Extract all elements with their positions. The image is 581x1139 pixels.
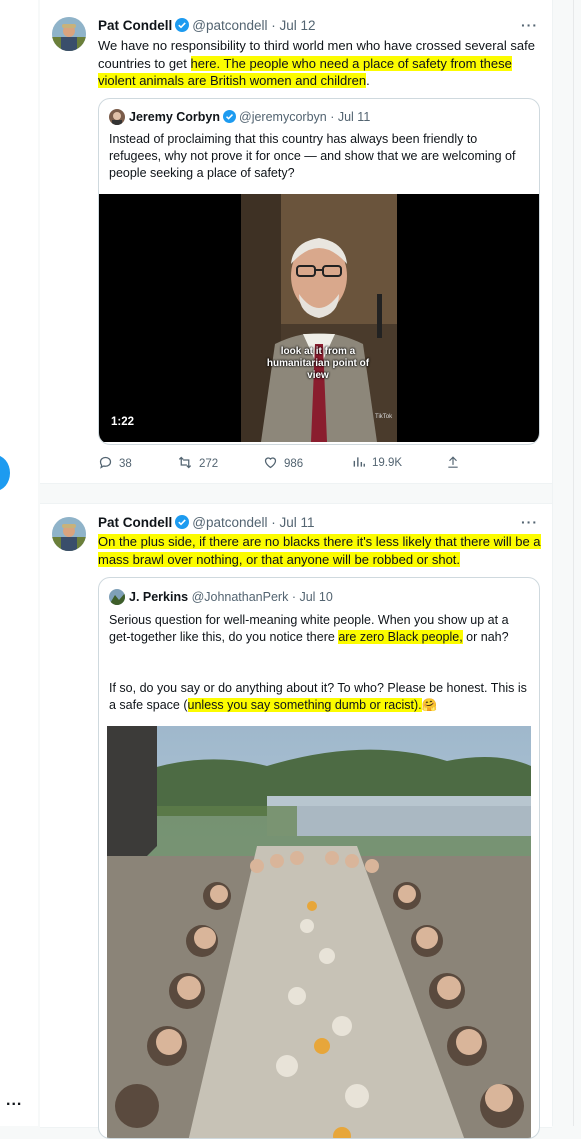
tweet-date[interactable]: · Jul 11: [271, 515, 314, 530]
quoted-tweet[interactable]: J. Perkins @JohnathanPerk · Jul 10 Serio…: [98, 577, 540, 1139]
retweet-button[interactable]: 272: [177, 455, 218, 470]
left-nav-edge: [0, 0, 38, 1126]
like-button[interactable]: 986: [263, 455, 303, 470]
share-button[interactable]: [446, 455, 466, 470]
quote-avatar: [109, 109, 125, 125]
author-handle[interactable]: @patcondell: [192, 515, 267, 530]
hugging-emoji-icon: 🤗: [421, 698, 438, 712]
highlighted-text: On the plus side, if there are no blacks…: [98, 534, 541, 567]
more-menu-icon[interactable]: ...: [6, 1092, 22, 1110]
quote-text: Instead of proclaiming that this country…: [109, 132, 516, 180]
sidebar-border: [573, 0, 574, 1126]
reply-button[interactable]: 38: [98, 455, 132, 470]
tiktok-watermark: TikTok: [375, 414, 393, 420]
tweet-separator: [40, 484, 552, 502]
avatar[interactable]: [52, 17, 86, 51]
tweet-header: Pat Condell @patcondell · Jul 11: [98, 515, 315, 533]
quoted-tweet[interactable]: Jeremy Corbyn @jeremycorbyn · Jul 11 Inst…: [98, 98, 540, 445]
quote-header: Jeremy Corbyn @jeremycorbyn · Jul 11: [109, 109, 370, 126]
tweet[interactable]: Pat Condell @patcondell · Jul 11 ··· On t…: [40, 503, 552, 1139]
timeline-border: [552, 0, 553, 1126]
tweet[interactable]: Pat Condell @patcondell · Jul 12 ··· We h…: [40, 0, 552, 484]
video-duration: 1:22: [111, 416, 135, 428]
video-caption: look at it from a humanitarian point of …: [266, 346, 370, 381]
video-player[interactable]: look at it from a humanitarian point of …: [99, 194, 539, 442]
views-button[interactable]: 19.9K: [352, 455, 402, 469]
quote-text-paragraph-2: If so, do you say or do anything about i…: [109, 681, 527, 712]
analytics-icon: [353, 457, 365, 467]
highlighted-text: unless you say something dumb or racist)…: [187, 698, 422, 712]
tweet-header: Pat Condell @patcondell · Jul 12: [98, 18, 316, 36]
more-options-icon[interactable]: ···: [521, 514, 538, 530]
quote-date[interactable]: · Jul 10: [292, 590, 333, 604]
reply-count: 38: [119, 458, 132, 470]
quote-author-name[interactable]: Jeremy Corbyn: [129, 110, 220, 124]
tweet-text: On the plus side, if there are no blacks…: [98, 533, 543, 568]
author-name[interactable]: Pat Condell: [98, 18, 172, 33]
quote-author-handle[interactable]: @JohnathanPerk: [192, 590, 289, 604]
tweet-date[interactable]: · Jul 12: [271, 18, 315, 33]
quote-author-handle[interactable]: @jeremycorbyn: [239, 110, 327, 124]
highlighted-text: are zero Black people,: [338, 630, 463, 644]
video-frame: [241, 194, 397, 442]
quote-date[interactable]: · Jul 11: [330, 110, 370, 124]
author-name[interactable]: Pat Condell: [98, 515, 172, 530]
verified-badge-icon: [223, 110, 237, 126]
reply-icon: [99, 456, 112, 469]
like-count: 986: [284, 458, 304, 470]
quote-header: J. Perkins @JohnathanPerk · Jul 10: [109, 589, 333, 605]
tweet-text: We have no responsibility to third world…: [98, 38, 535, 88]
more-options-icon[interactable]: ···: [521, 17, 538, 33]
heart-icon: [264, 457, 277, 469]
group-dinner-photo[interactable]: [107, 726, 531, 1138]
quote-author-name[interactable]: J. Perkins: [129, 590, 188, 604]
verified-badge-icon: [175, 515, 190, 533]
verified-badge-icon: [175, 18, 190, 36]
author-handle[interactable]: @patcondell: [192, 18, 267, 33]
share-icon: [448, 456, 458, 468]
retweet-icon: [178, 456, 192, 469]
view-count: 19.9K: [372, 457, 403, 469]
quote-text-paragraph-1: Serious question for well-meaning white …: [109, 613, 509, 644]
quote-avatar: [109, 589, 125, 605]
retweet-count: 272: [199, 458, 219, 470]
avatar[interactable]: [52, 517, 86, 551]
